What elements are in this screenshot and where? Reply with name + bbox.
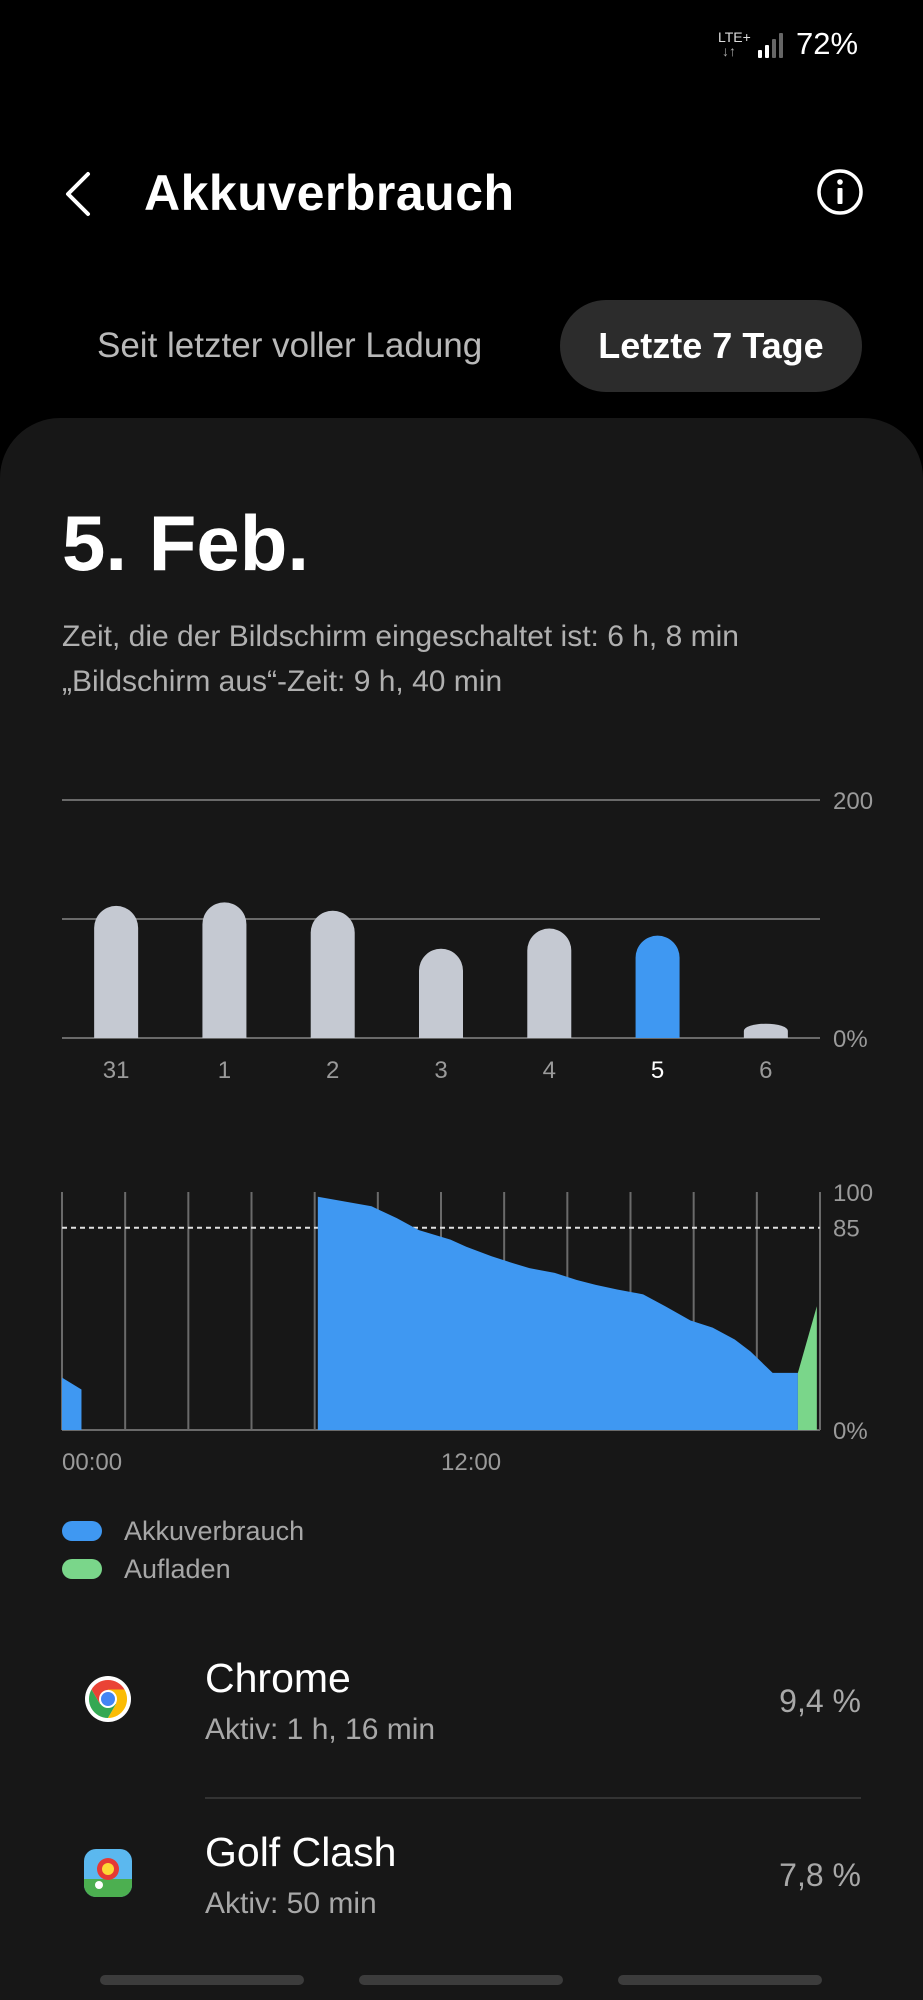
- period-tabs: Seit letzter voller Ladung Letzte 7 Tage: [0, 300, 923, 392]
- tab-since-full-charge[interactable]: Seit letzter voller Ladung: [97, 326, 482, 366]
- app-name: Chrome: [205, 1655, 351, 1701]
- legend-label-charging: Aufladen: [124, 1553, 231, 1584]
- back-button[interactable]: [56, 170, 104, 218]
- navigation-bar: [0, 1960, 923, 2000]
- legend-label-usage: Akkuverbrauch: [124, 1515, 305, 1546]
- weekly-bar-chart: 200 0% 31 1 2 3 4 5 6: [62, 788, 873, 1084]
- nav-recents-button[interactable]: [100, 1975, 304, 1985]
- signal-icon: [758, 30, 788, 58]
- data-activity-icon: ↓↑: [722, 43, 736, 59]
- info-button[interactable]: [815, 167, 865, 217]
- y-tick-label: 100: [833, 1180, 873, 1207]
- back-arrow-icon: [66, 172, 90, 216]
- app-active-time: Aktiv: 50 min: [205, 1887, 377, 1920]
- bar-31: [94, 905, 139, 1038]
- battery-level: 72%: [796, 26, 859, 61]
- app-name: Golf Clash: [205, 1829, 397, 1875]
- nav-home-button[interactable]: [359, 1975, 563, 1985]
- charging-swatch: [62, 1559, 102, 1579]
- legend-item-charging: Aufladen: [62, 1550, 304, 1588]
- y-tick-label: 85: [833, 1216, 860, 1243]
- app-usage-percent: 7,8 %: [779, 1857, 861, 1893]
- x-tick-label: 2: [326, 1057, 339, 1084]
- app-bar: Akkuverbrauch: [0, 150, 923, 240]
- legend-item-usage: Akkuverbrauch: [62, 1512, 304, 1550]
- chrome-icon: [84, 1675, 132, 1723]
- status-bar: LTE+ ↓↑ 72%: [0, 0, 923, 90]
- info-icon: [817, 169, 863, 215]
- app-active-time: Aktiv: 1 h, 16 min: [205, 1713, 436, 1746]
- y-tick-label: 0%: [833, 1026, 868, 1053]
- usage-swatch: [62, 1521, 102, 1541]
- x-tick-label: 3: [434, 1057, 447, 1084]
- x-tick-label: 4: [543, 1057, 556, 1084]
- charging-area: [797, 1306, 817, 1430]
- page-title: Akkuverbrauch: [144, 165, 515, 221]
- bar-3: [419, 948, 463, 1038]
- golf-clash-icon: [84, 1849, 132, 1897]
- chart-legend: Akkuverbrauch Aufladen: [62, 1512, 304, 1588]
- bar-6: [743, 1023, 788, 1038]
- y-tick-label: 0%: [833, 1418, 868, 1445]
- x-tick-label: 1: [218, 1057, 231, 1084]
- x-tick-label: 5: [651, 1057, 664, 1084]
- bar-4: [527, 928, 572, 1038]
- y-tick-label: 200: [833, 788, 873, 815]
- x-tick-label: 00:00: [62, 1449, 122, 1476]
- bar-1: [202, 902, 247, 1038]
- divider: [205, 1797, 861, 1799]
- bar-5: [635, 935, 680, 1038]
- app-row-golf-clash[interactable]: Golf Clash Aktiv: 50 min 7,8 %: [0, 1801, 923, 1971]
- network-type: LTE+: [718, 29, 751, 45]
- usage-area: [62, 1196, 798, 1430]
- nav-back-button[interactable]: [618, 1975, 822, 1985]
- app-row-chrome[interactable]: Chrome Aktiv: 1 h, 16 min 9,4 %: [0, 1627, 923, 1797]
- app-usage-percent: 9,4 %: [779, 1683, 861, 1719]
- x-tick-label: 12:00: [441, 1449, 501, 1476]
- x-tick-label: 6: [759, 1057, 772, 1084]
- bar-2: [310, 910, 355, 1038]
- tab-last-7-days[interactable]: Letzte 7 Tage: [560, 300, 862, 392]
- x-tick-label: 31: [103, 1057, 130, 1084]
